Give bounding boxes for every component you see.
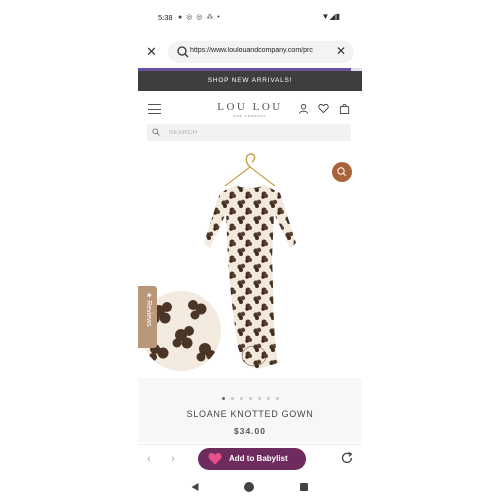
gallery-dot[interactable] [266,397,270,400]
search-icon [177,46,189,58]
product-image-gallery[interactable]: ★ Reviews [138,146,362,378]
close-tab-icon[interactable]: ✕ [146,44,157,60]
back-icon[interactable]: ‹ [147,453,151,465]
status-bar: 5:38 ● ◎ ◎ ⁂ • ▼◢▮ [138,0,362,34]
product-price: $34.00 [234,426,266,436]
search-input[interactable] [169,124,339,141]
site-logo[interactable]: LOU LOU AND COMPANY [210,101,290,118]
gallery-dot[interactable] [248,397,252,400]
clear-url-icon[interactable]: ✕ [336,44,346,58]
logo-main: LOU LOU [217,101,283,113]
system-back-icon[interactable] [190,482,200,492]
search-icon [152,128,160,136]
gallery-dot[interactable] [257,397,261,400]
add-to-babylist-button[interactable]: Add to Babylist [198,448,306,470]
system-nav-bar [138,476,362,500]
share-icon: ⁂ [206,14,215,21]
wishlist-heart-icon[interactable] [318,103,329,114]
instagram-icon: ◎ [186,14,194,21]
reviews-label: ★ Reviews [145,292,152,327]
system-status-icons: ▼◢▮ [322,12,340,21]
status-time: 5:38 [158,13,173,22]
site-header: LOU LOU AND COMPANY [138,96,362,122]
gallery-dot[interactable] [239,397,243,400]
url-field[interactable]: https://www.loulouandcompany.com/prc ✕ [168,41,354,63]
url-text[interactable]: https://www.loulouandcompany.com/prc [190,47,328,54]
account-icon[interactable] [298,103,309,114]
gallery-dot[interactable] [275,397,279,400]
forward-icon[interactable]: › [171,453,175,465]
instagram-icon: ◎ [196,14,204,21]
bag-icon[interactable] [339,103,350,114]
product-info: SLOANE KNOTTED GOWN $34.00 [138,378,362,442]
browser-url-bar: ✕ https://www.loulouandcompany.com/prc ✕ [138,38,362,66]
babylist-label: Add to Babylist [229,454,288,463]
menu-icon[interactable] [148,104,161,114]
system-home-icon[interactable] [244,482,254,492]
site-search [147,124,351,141]
notification-icons: ● ◎ ◎ ⁂ • [178,13,221,21]
zoom-icon [337,167,347,177]
product-name: SLOANE KNOTTED GOWN [186,409,314,419]
gallery-dots [138,387,362,405]
chat-icon: ● [178,14,184,21]
gallery-dot[interactable] [230,397,234,400]
battery-icon: ▮ [335,12,340,21]
reload-icon[interactable] [340,451,354,465]
system-recents-icon[interactable] [300,483,308,491]
bottom-toolbar: ‹ › Add to Babylist [138,444,362,474]
heart-icon [208,453,222,465]
gallery-dot[interactable] [221,397,225,400]
reviews-tab[interactable]: ★ Reviews [138,286,157,348]
announcement-bar[interactable]: SHOP NEW ARRIVALS! [138,71,362,91]
dot-icon: • [217,14,221,21]
zoom-button[interactable] [332,162,352,182]
phone-screen: 5:38 ● ◎ ◎ ⁂ • ▼◢▮ ✕ https://www.louloua… [138,0,362,500]
logo-sub: AND COMPANY [233,114,267,118]
